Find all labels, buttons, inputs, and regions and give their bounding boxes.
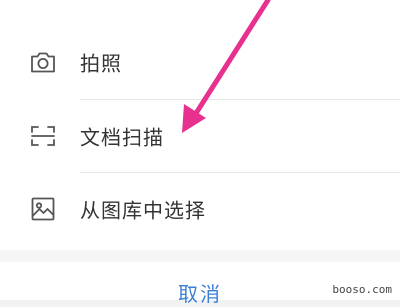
- section-gap: [0, 250, 400, 262]
- take-photo-option[interactable]: 拍照: [0, 26, 400, 98]
- document-scan-label: 文档扫描: [80, 125, 164, 150]
- action-sheet: 拍照 文档扫描 从图库中选择 取消: [0, 0, 400, 306]
- scan-icon: [28, 121, 58, 151]
- watermark: booso.com: [330, 283, 394, 296]
- gallery-icon: [28, 194, 58, 224]
- document-scan-option[interactable]: 文档扫描: [0, 100, 400, 172]
- cancel-label: 取消: [178, 282, 222, 306]
- camera-icon: [28, 47, 58, 77]
- choose-from-gallery-option[interactable]: 从图库中选择: [0, 173, 400, 245]
- take-photo-label: 拍照: [80, 51, 122, 76]
- choose-from-gallery-label: 从图库中选择: [80, 198, 206, 223]
